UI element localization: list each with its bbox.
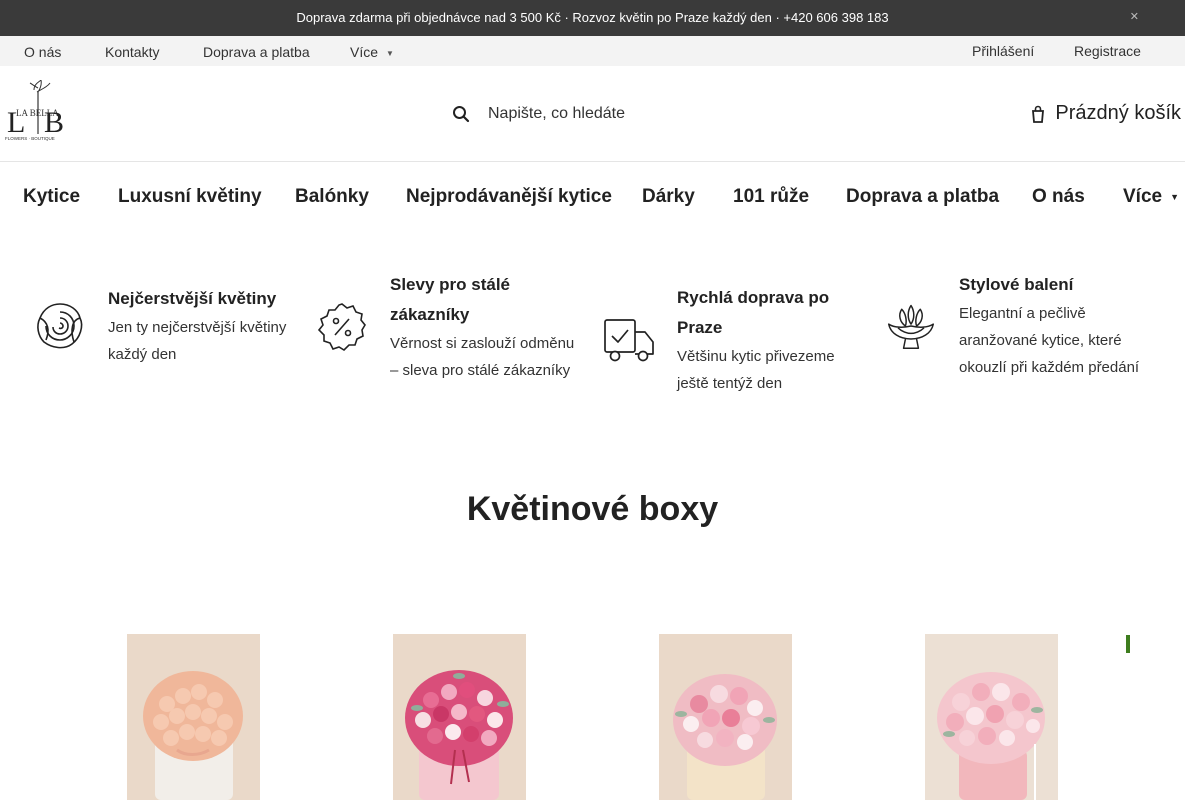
- utility-link-more[interactable]: Více ▼: [350, 44, 394, 60]
- main-nav: Kytice Luxusní květiny Balónky Nejprodáv…: [0, 163, 1185, 229]
- search-input[interactable]: Napište, co hledáte: [452, 102, 625, 126]
- feature-title: Slevy pro stálé zákazníky: [390, 275, 511, 324]
- register-link[interactable]: Registrace: [1074, 43, 1141, 59]
- nav-item-darky[interactable]: Dárky: [642, 186, 695, 208]
- nav-item-o-nas[interactable]: O nás: [1032, 186, 1085, 208]
- announcement-text: Doprava zdarma při objednávce nad 3 500 …: [296, 10, 889, 25]
- feature-delivery: Rychlá doprava po Praze Většinu kytic př…: [603, 283, 863, 397]
- feature-text: Jen ty nejčerstvější květiny každý den: [108, 319, 287, 363]
- feature-freshness: Nejčerstvější květiny Jen ty nejčerstvěj…: [34, 284, 289, 368]
- bouquet-icon: [887, 304, 935, 349]
- feature-text: Většinu kytic přivezeme ještě tentýž den: [677, 348, 835, 392]
- chevron-down-icon: ▼: [1170, 191, 1180, 202]
- product-card-pink-carnations[interactable]: [659, 634, 792, 800]
- product-image-pink-carnations-box: [659, 634, 792, 800]
- discount-badge-icon: [317, 303, 366, 352]
- feature-packaging: Stylové balení Elegantní a pečlivě aranž…: [885, 270, 1145, 381]
- cart-label: Prázdný košík: [1055, 102, 1181, 124]
- nav-item-doprava[interactable]: Doprava a platba: [846, 186, 999, 208]
- feature-discounts: Slevy pro stálé zákazníky Věrnost si zas…: [316, 270, 576, 384]
- features-row: Nejčerstvější květiny Jen ty nejčerstvěj…: [0, 268, 1185, 418]
- utility-link-shipping[interactable]: Doprava a platba: [203, 44, 310, 60]
- search-placeholder: Napište, co hledáte: [488, 105, 625, 122]
- search-icon: [453, 106, 470, 123]
- product-card-pink-hatbox[interactable]: [925, 634, 1058, 800]
- feature-text: Elegantní a pečlivě aranžované kytice, k…: [959, 305, 1140, 376]
- product-image-peach-roses-box: [127, 634, 260, 800]
- close-icon[interactable]: ✕: [1130, 10, 1139, 23]
- nav-item-balonky[interactable]: Balónky: [295, 186, 369, 208]
- nav-item-nejprodavanejsi[interactable]: Nejprodávanější kytice: [406, 186, 612, 208]
- announcement-bar: Doprava zdarma při objednávce nad 3 500 …: [0, 0, 1185, 36]
- feature-title: Rychlá doprava po Praze: [677, 288, 830, 337]
- svg-text:B: B: [44, 106, 64, 139]
- feature-title: Stylové balení: [959, 275, 1074, 294]
- product-image-pink-carnations-hatbox: [925, 634, 1058, 800]
- feature-title: Nejčerstvější květiny: [108, 289, 277, 308]
- nav-item-luxusni-kvetiny[interactable]: Luxusní květiny: [118, 186, 262, 208]
- cart-button[interactable]: Prázdný košík: [1029, 102, 1181, 125]
- logo-mark-icon: LA BELLA L B FLOWERS · BOUTIQUE: [5, 79, 64, 141]
- utility-nav: O nás Kontakty Doprava a platba Více ▼ Př…: [0, 36, 1185, 66]
- nav-item-101-ruze[interactable]: 101 růže: [733, 186, 809, 208]
- svg-text:FLOWERS · BOUTIQUE: FLOWERS · BOUTIQUE: [5, 136, 55, 141]
- product-card-pink-roses[interactable]: [393, 634, 526, 800]
- nav-more-label: Více: [1123, 186, 1163, 207]
- chevron-down-icon: ▼: [386, 48, 394, 58]
- utility-more-label: Více: [350, 44, 379, 60]
- feature-text: Věrnost si zaslouží odměnu – sleva pro s…: [390, 335, 575, 379]
- nav-item-vice[interactable]: Více ▼: [1123, 186, 1179, 208]
- logo[interactable]: LA BELLA L B FLOWERS · BOUTIQUE: [4, 79, 72, 142]
- utility-link-about[interactable]: O nás: [24, 44, 61, 60]
- product-image-pink-roses-box: [393, 634, 526, 800]
- cart-icon: [1032, 105, 1045, 123]
- utility-link-contacts[interactable]: Kontakty: [105, 44, 159, 60]
- rose-icon: [37, 303, 83, 349]
- nav-item-kytice[interactable]: Kytice: [23, 186, 80, 208]
- section-title: Květinové boxy: [466, 490, 719, 528]
- site-header: LA BELLA L B FLOWERS · BOUTIQUE Napište,…: [0, 66, 1185, 162]
- carousel-next-indicator[interactable]: [1126, 635, 1130, 653]
- delivery-truck-icon: [604, 319, 654, 362]
- product-card-peach-roses[interactable]: [127, 634, 260, 800]
- login-link[interactable]: Přihlášení: [972, 43, 1034, 59]
- svg-text:L: L: [7, 106, 25, 139]
